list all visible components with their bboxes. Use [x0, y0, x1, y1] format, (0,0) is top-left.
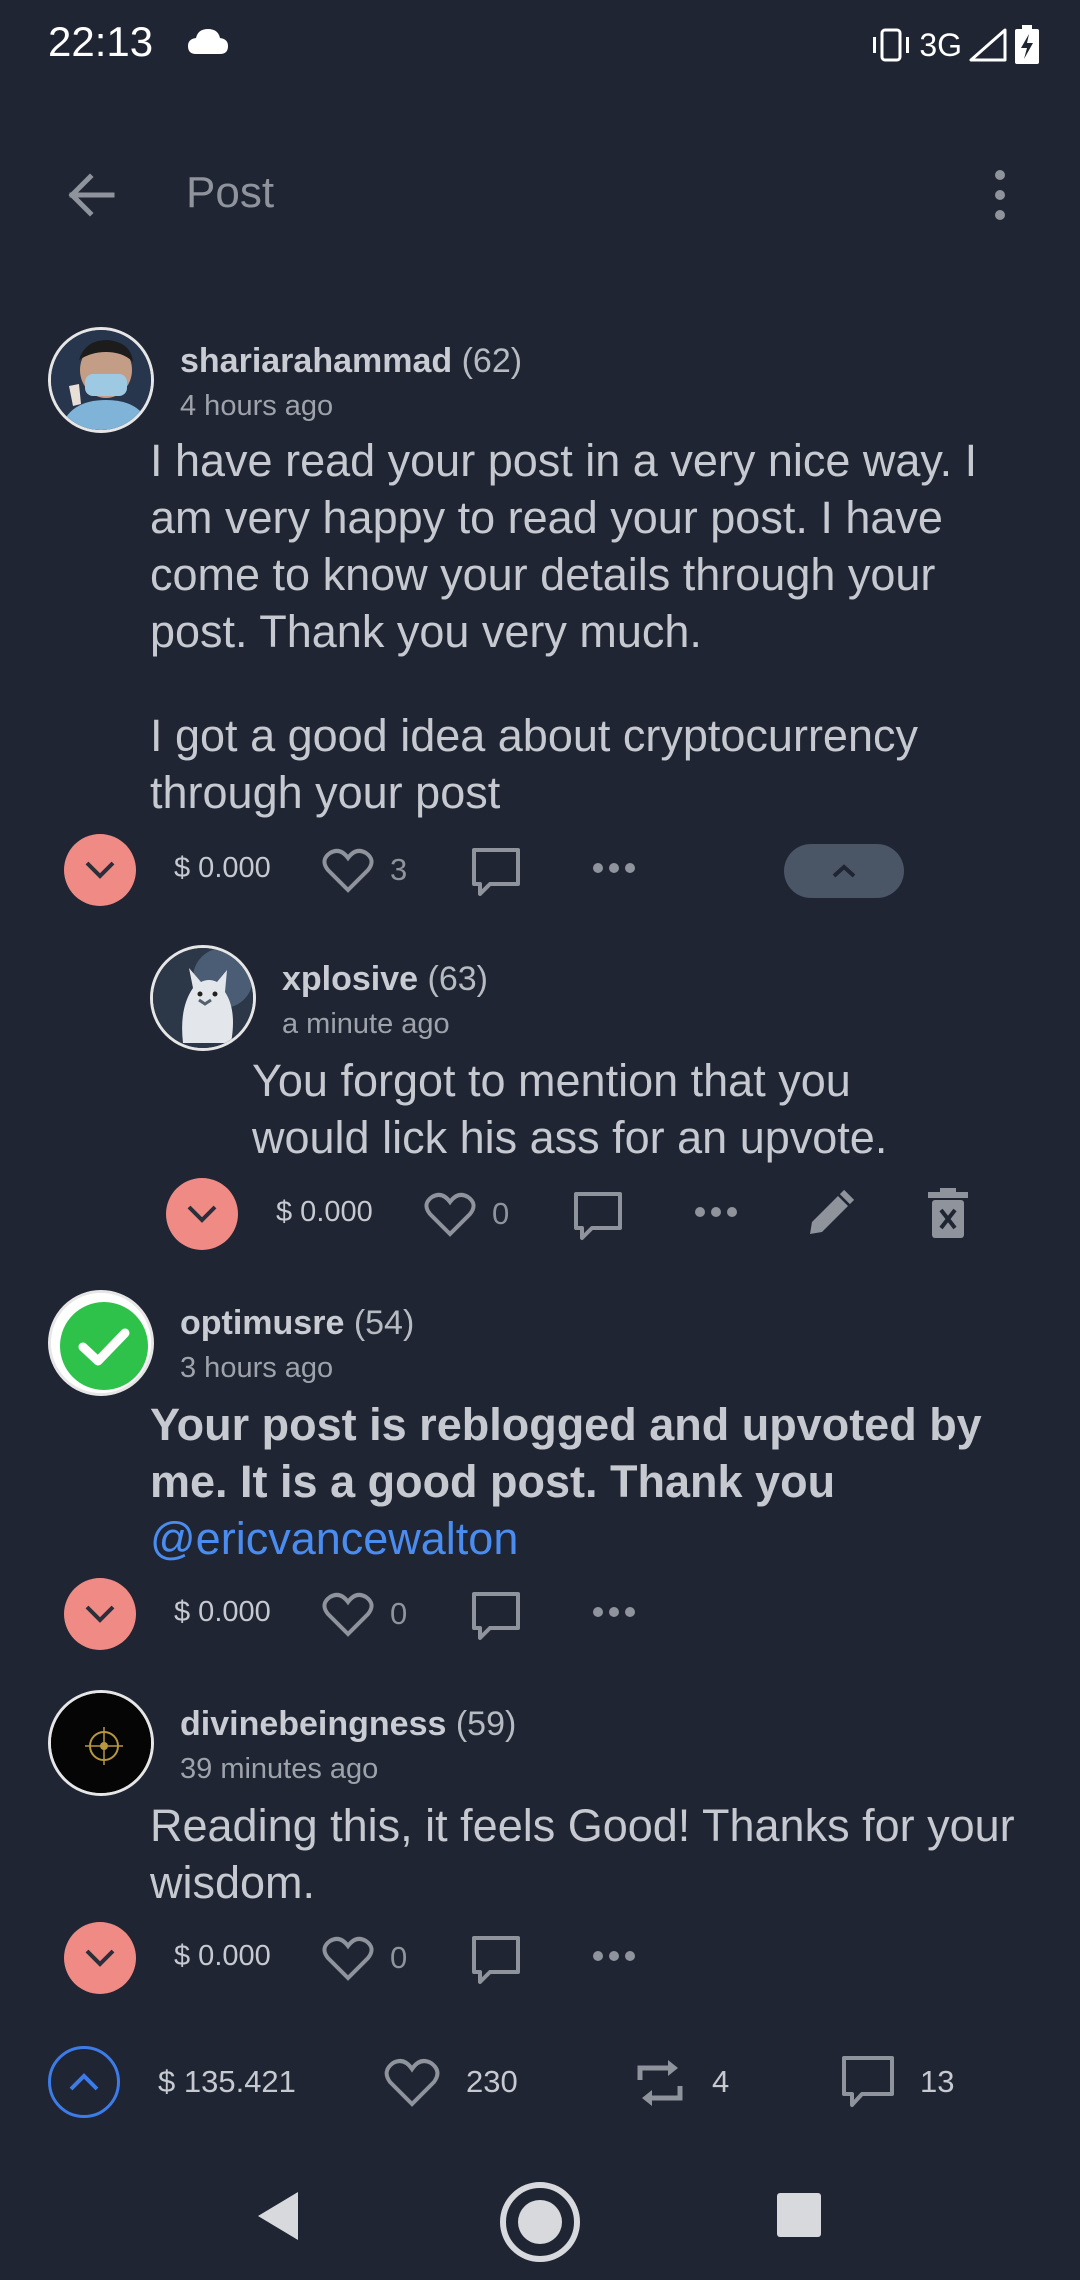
back-arrow-icon[interactable] — [62, 165, 122, 225]
more-vertical-icon[interactable] — [970, 165, 1030, 225]
comment-author-line: xplosive (63) — [282, 960, 488, 999]
more-horizontal-icon[interactable] — [592, 860, 636, 876]
payout-amount[interactable]: $ 0.000 — [174, 1940, 271, 1973]
author-name[interactable]: optimusre — [180, 1304, 344, 1342]
comment-actions: $ 0.000 0 — [64, 1918, 1064, 1998]
status-bar: 22:13 3G — [0, 0, 1080, 92]
chevron-down-icon — [85, 861, 115, 879]
nav-home-icon[interactable] — [498, 2180, 582, 2264]
like-count: 3 — [390, 852, 408, 887]
avatar-emblem-icon — [51, 1693, 151, 1793]
comment-timestamp: 4 hours ago — [180, 390, 334, 422]
like-count: 0 — [390, 1596, 408, 1631]
author-name[interactable]: xplosive — [282, 960, 418, 998]
reblog-icon[interactable] — [634, 2056, 686, 2110]
author-name[interactable]: divinebeingness — [180, 1705, 446, 1743]
heart-icon[interactable] — [384, 2058, 440, 2108]
signal-icon — [969, 28, 1007, 62]
comment-author-line: shariarahammad (62) — [180, 342, 522, 381]
comment-text: Your post is reblogged and upvoted by me… — [150, 1399, 982, 1507]
comment-body: I have read your post in a very nice way… — [150, 432, 1030, 821]
comment-actions: $ 0.000 3 — [64, 830, 1064, 910]
like-count: 0 — [390, 1940, 408, 1975]
avatar-person-icon — [51, 330, 151, 430]
comment-icon[interactable] — [572, 1190, 624, 1242]
like-count: 0 — [492, 1196, 510, 1231]
chevron-down-icon — [85, 1605, 115, 1623]
more-horizontal-icon[interactable] — [694, 1204, 738, 1220]
vibrate-icon — [873, 28, 910, 62]
upvote-button[interactable] — [48, 2046, 120, 2118]
post-comment-count: 13 — [920, 2064, 955, 2099]
comment-body: Reading this, it feels Good! Thanks for … — [150, 1797, 1030, 1911]
pencil-icon[interactable] — [804, 1188, 856, 1240]
comment-icon[interactable] — [470, 846, 522, 898]
downvote-button[interactable] — [64, 1578, 136, 1650]
nav-recents-icon[interactable] — [774, 2190, 824, 2240]
comment-timestamp: 3 hours ago — [180, 1352, 334, 1384]
downvote-button[interactable] — [64, 834, 136, 906]
comment-icon[interactable] — [840, 2054, 896, 2110]
heart-icon[interactable] — [322, 848, 374, 894]
post-like-count: 230 — [466, 2064, 518, 2099]
comment-actions: $ 0.000 0 — [64, 1574, 1064, 1654]
heart-icon[interactable] — [322, 1936, 374, 1982]
chevron-down-icon — [85, 1949, 115, 1967]
chevron-up-icon — [832, 864, 856, 878]
user-mention-link[interactable]: @ericvancewalton — [150, 1513, 518, 1564]
author-reputation: (54) — [353, 1304, 415, 1342]
comment-icon[interactable] — [470, 1934, 522, 1986]
avatar-wolf-icon — [153, 948, 253, 1048]
page-title: Post — [186, 168, 275, 217]
author-reputation: (62) — [461, 342, 523, 380]
trash-icon[interactable] — [926, 1188, 970, 1240]
collapse-replies-button[interactable] — [784, 844, 904, 898]
comment-paragraph: I got a good idea about cryptocurrency t… — [150, 710, 918, 818]
post-reblog-count: 4 — [712, 2064, 730, 2099]
post-payout[interactable]: $ 135.421 — [158, 2064, 296, 2100]
network-type: 3G — [919, 26, 962, 63]
downvote-button[interactable] — [64, 1922, 136, 1994]
check-badge-icon — [51, 1293, 151, 1393]
avatar[interactable] — [48, 327, 154, 433]
chevron-up-icon — [69, 2073, 99, 2091]
author-reputation: (63) — [427, 960, 488, 998]
comment-author-line: divinebeingness (59) — [180, 1705, 516, 1744]
cloud-icon — [188, 29, 228, 54]
app-bar: Post — [0, 150, 1080, 240]
post-footer-bar: $ 135.421 230 4 13 — [0, 2038, 1080, 2128]
battery-charging-icon — [1015, 25, 1039, 64]
system-navigation-bar — [0, 2160, 1080, 2280]
comment-timestamp: 39 minutes ago — [180, 1753, 379, 1785]
heart-icon[interactable] — [322, 1592, 374, 1638]
avatar[interactable] — [150, 945, 256, 1051]
chevron-down-icon — [187, 1205, 217, 1223]
more-horizontal-icon[interactable] — [592, 1604, 636, 1620]
comment-timestamp: a minute ago — [282, 1008, 450, 1040]
more-horizontal-icon[interactable] — [592, 1948, 636, 1964]
payout-amount[interactable]: $ 0.000 — [174, 1596, 271, 1629]
downvote-button[interactable] — [166, 1178, 238, 1250]
nav-back-icon[interactable] — [252, 2188, 304, 2244]
status-icons: 3G — [869, 22, 1040, 68]
avatar[interactable] — [48, 1690, 154, 1796]
comment-paragraph: Reading this, it feels Good! Thanks for … — [150, 1800, 1015, 1908]
comment-paragraph: I have read your post in a very nice way… — [150, 435, 978, 657]
comment-paragraph: You forgot to mention that you would lic… — [252, 1055, 888, 1163]
comment-actions: $ 0.000 0 — [166, 1174, 1046, 1254]
comment-author-line: optimusre (54) — [180, 1304, 414, 1343]
author-reputation: (59) — [455, 1705, 517, 1743]
avatar[interactable] — [48, 1290, 154, 1396]
comment-icon[interactable] — [470, 1590, 522, 1642]
payout-amount[interactable]: $ 0.000 — [174, 852, 271, 885]
status-time: 22:13 — [48, 18, 154, 65]
comment-body: You forgot to mention that you would lic… — [252, 1052, 952, 1166]
comment-body: Your post is reblogged and upvoted by me… — [150, 1396, 1030, 1567]
payout-amount[interactable]: $ 0.000 — [276, 1196, 373, 1229]
heart-icon[interactable] — [424, 1192, 476, 1238]
author-name[interactable]: shariarahammad — [180, 342, 452, 380]
